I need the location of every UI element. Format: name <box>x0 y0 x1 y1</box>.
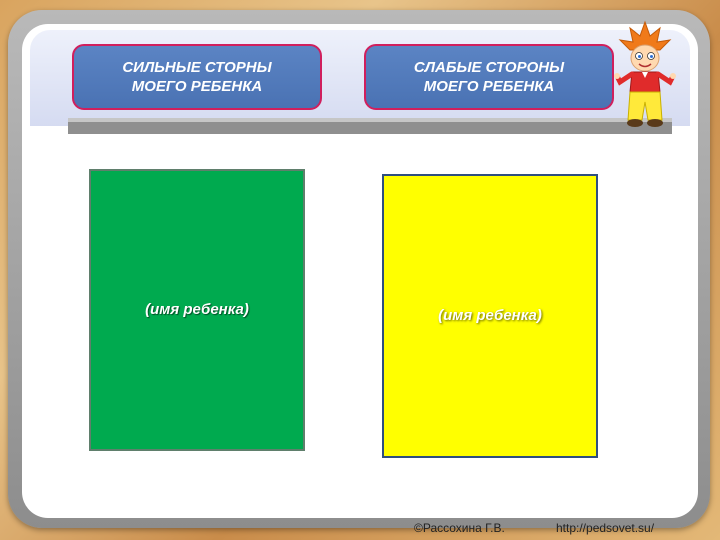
header-shadow <box>68 122 672 134</box>
cartoon-boy-mascot-icon <box>614 20 676 127</box>
weak-sides-title-line2: МОЕГО РЕБЕНКА <box>423 78 555 95</box>
weak-sides-header: СЛАБЫЕ СТОРОНЫ МОЕГО РЕБЕНКА <box>364 44 614 110</box>
strong-card-child-name: (имя ребенка) <box>145 300 249 318</box>
footer-url-link[interactable]: http://pedsovet.su/ <box>556 521 654 535</box>
weak-sides-card: (имя ребенка) <box>382 174 598 458</box>
strong-sides-title-line1: СИЛЬНЫЕ СТОРНЫ <box>122 59 272 76</box>
strong-sides-title-line2: МОЕГО РЕБЕНКА <box>131 78 263 95</box>
strong-sides-card: (имя ребенка) <box>89 169 305 451</box>
strong-sides-header: СИЛЬНЫЕ СТОРНЫ МОЕГО РЕБЕНКА <box>72 44 322 110</box>
weak-sides-title-line1: СЛАБЫЕ СТОРОНЫ <box>413 59 565 76</box>
footer-author: ©Рассохина Г.В. <box>414 521 505 535</box>
weak-card-child-name: (имя ребенка) <box>438 306 542 324</box>
